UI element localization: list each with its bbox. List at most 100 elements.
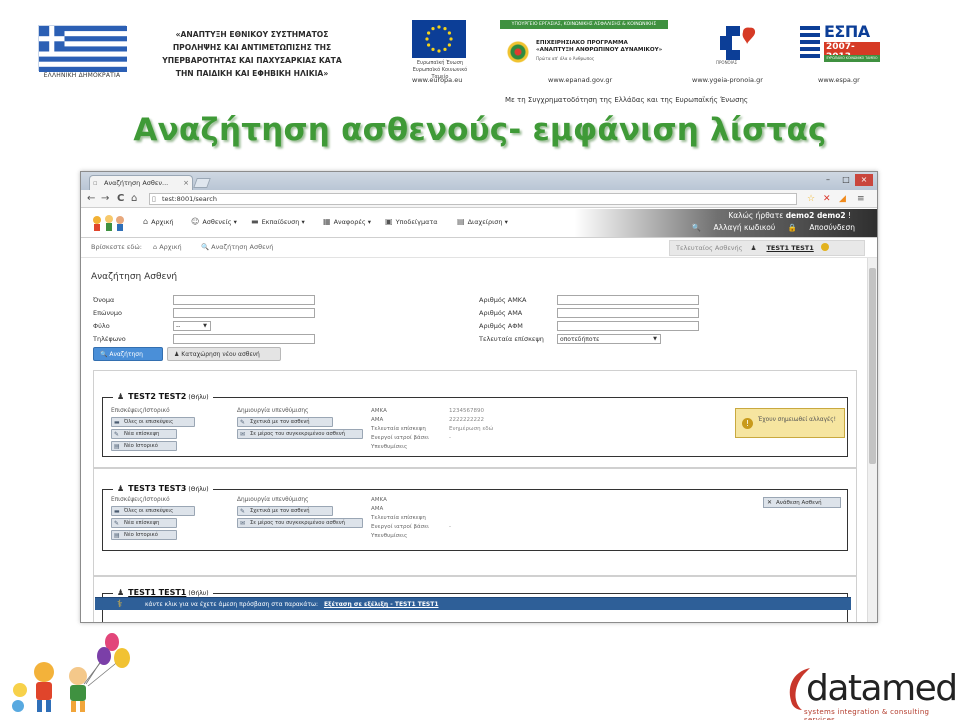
users-icon: ☺ [191, 217, 200, 226]
new-visit-button[interactable]: ✎ Νέα επίσκεψη [111, 429, 177, 439]
reminder-icon: ✎ [240, 508, 246, 515]
menu-reports[interactable]: ▦ Αναφορές ▾ [323, 216, 371, 228]
chevron-down-icon: ▼ [203, 323, 207, 329]
user-icon: ! [847, 211, 851, 220]
patient-name[interactable]: ♟ TEST1 TEST1 (Θήλυ) [113, 588, 213, 597]
page-favicon-icon: ▫ [93, 179, 98, 187]
amka-input[interactable] [557, 295, 699, 305]
new-history-button[interactable]: ▤ Νέο Ιστορικό [111, 530, 177, 540]
greek-flag-icon [38, 25, 127, 72]
last-patient-link[interactable]: TEST1 TEST1 [766, 244, 813, 252]
menu-patients[interactable]: ☺ Ασθενείς ▾ [191, 216, 237, 228]
user-icon: ♟ [117, 588, 125, 597]
reminder-to-patient-button[interactable]: ✉ Σε μέρος του συγκεκριμένου ασθενή [237, 429, 363, 439]
exam-in-progress-bar: ⚕ κάντε κλικ για να έχετε άμεση πρόσβαση… [95, 597, 851, 610]
changes-alert[interactable]: ! Έχουν σημειωθεί αλλαγές! [735, 408, 845, 438]
reminder-about-button[interactable]: ✎ Σχετικά με τον ασθενή [237, 417, 333, 427]
user-icon: ♟ [117, 484, 125, 493]
calendar-icon: ▤ [457, 217, 465, 226]
eu-star [437, 25, 441, 29]
search-icon: 🔍 [201, 243, 212, 251]
search-button[interactable]: 🔍 Αναζήτηση [93, 347, 163, 361]
eu-star [425, 37, 429, 41]
ama-input[interactable] [557, 308, 699, 318]
browser-menu-icon[interactable]: ≡ [857, 192, 865, 206]
new-history-button[interactable]: ▤ Νέο Ιστορικό [111, 441, 177, 451]
eu-flag-icon [412, 20, 466, 58]
user-icon: ♟ [117, 392, 125, 401]
forward-icon[interactable]: → [101, 192, 109, 206]
search-icon: 🔍 [100, 351, 110, 358]
phone-input[interactable] [173, 334, 315, 344]
address-bar: ← → C ⌂ ▯ test:8001/search ☆ ✕ ◢ ≡ [81, 190, 877, 208]
breadcrumb-home[interactable]: ⌂ Αρχική [153, 243, 182, 251]
last-name-input[interactable] [173, 308, 315, 318]
maximize-icon[interactable]: □ [839, 174, 853, 186]
edit-icon: ✎ [114, 431, 120, 438]
home-icon[interactable]: ⌂ [131, 192, 137, 206]
gender-select[interactable]: -- ▼ [173, 321, 211, 331]
eu-star [427, 43, 431, 47]
browser-tab[interactable]: ▫ Αναζήτηση Ασθεν... × [89, 175, 193, 190]
page-info-icon: ▯ [152, 195, 156, 203]
new-tab-button[interactable] [193, 178, 211, 188]
patient-fieldset: ♟ TEST3 TEST3 (Θήλυ) Επισκέψεις/Ιστορικό ▬… [102, 484, 848, 551]
chevron-down-icon: ▼ [653, 336, 657, 342]
menu-admin[interactable]: ▤ Διαχείριση ▾ [457, 216, 508, 228]
exam-in-progress-link[interactable]: Εξέταση σε εξέλιξη - TEST1 TEST1 [324, 601, 439, 608]
assign-patient-button[interactable]: ✕ Ανάθεση Ασθενή [763, 497, 841, 508]
epanad-star-icon [506, 40, 530, 64]
patient-card: ♟ TEST3 TEST3 (Θήλυ) Επισκέψεις/Ιστορικό ▬… [93, 468, 857, 576]
espa-flag-icon [800, 26, 820, 60]
url-epanad: www.epanad.gov.gr [548, 76, 613, 84]
menu-home[interactable]: ⌂ Αρχική [143, 216, 174, 228]
kids-app-logo-icon[interactable] [89, 213, 129, 233]
tab-close-icon[interactable]: × [183, 176, 189, 190]
patient-name[interactable]: ♟ TEST2 TEST2 (Θήλυ) [113, 392, 213, 401]
logout-link[interactable]: 🔒 Αποσύνδεση [788, 223, 855, 232]
menu-education[interactable]: ▬ Εκπαίδευση ▾ [251, 216, 305, 228]
patient-name[interactable]: ♟ TEST3 TEST3 (Θήλυ) [113, 484, 213, 493]
rss-icon[interactable]: ◢ [839, 192, 846, 206]
cofunding-note: Με τη Συγχρηματοδότηση της Ελλάδας και τ… [505, 96, 749, 104]
eu-star [449, 37, 453, 41]
last-visit-select[interactable]: οποτεδήποτε ▼ [557, 334, 661, 344]
datamed-logo: datamed systems integration & consulting… [784, 664, 960, 720]
extension-icon[interactable]: ✕ [823, 192, 831, 206]
eu-star [431, 47, 435, 51]
all-visits-button[interactable]: ▬ Όλες οι επισκέψεις [111, 417, 195, 427]
reload-icon[interactable]: C [117, 192, 124, 206]
all-visits-button[interactable]: ▬ Όλες οι επισκέψεις [111, 506, 195, 516]
page-scrollbar[interactable] [867, 258, 877, 622]
edit-icon: ✎ [114, 520, 120, 527]
breadcrumb-search[interactable]: 🔍 Αναζήτηση Ασθενή [201, 243, 273, 251]
eu-star [443, 47, 447, 51]
reminder-icon: ✎ [240, 419, 246, 426]
app-header: ⌂ Αρχική ☺ Ασθενείς ▾ ▬ Εκπαίδευση ▾ ▦ Αναφο… [81, 209, 877, 238]
minimize-icon[interactable]: – [821, 174, 835, 186]
browser-window: ▫ Αναζήτηση Ασθεν... × – □ × ← → C ⌂ ▯ t… [80, 171, 878, 623]
eu-star [437, 49, 441, 53]
folder-icon: ▬ [251, 217, 259, 226]
bookmark-star-icon[interactable]: ☆ [807, 192, 815, 206]
window-close-icon[interactable]: × [855, 174, 873, 186]
house-icon: ⌂ [143, 217, 149, 226]
eu-star [447, 31, 451, 35]
back-icon[interactable]: ← [87, 192, 95, 206]
reminder-to-patient-button[interactable]: ✉ Σε μέρος του συγκεκριμένου ασθενή [237, 518, 363, 528]
chart-icon: ▦ [323, 217, 331, 226]
url-input[interactable]: ▯ test:8001/search [149, 193, 797, 205]
scrollbar-thumb[interactable] [869, 268, 876, 464]
afm-input[interactable] [557, 321, 699, 331]
menu-templates[interactable]: ▣ Υποδείγματα [385, 216, 438, 228]
new-visit-button[interactable]: ✎ Νέα επίσκεψη [111, 518, 177, 528]
new-patient-button[interactable]: ♟ Καταχώρηση νέου ασθενή [167, 347, 281, 361]
status-dot-icon [820, 243, 829, 251]
change-password-link[interactable]: 🔍 Αλλαγή κωδικού [692, 223, 775, 232]
header-links: 🔍 Αλλαγή κωδικού 🔒 Αποσύνδεση [682, 223, 855, 232]
url-ygeia: www.ygeia-pronoia.gr [692, 76, 763, 84]
first-name-input[interactable] [173, 295, 315, 305]
reminder-about-button[interactable]: ✎ Σχετικά με τον ασθενή [237, 506, 333, 516]
patient-card: ♟ TEST2 TEST2 (Θήλυ) Επισκέψεις/Ιστορικό ▬… [93, 370, 857, 468]
warning-icon: ! [742, 418, 753, 429]
